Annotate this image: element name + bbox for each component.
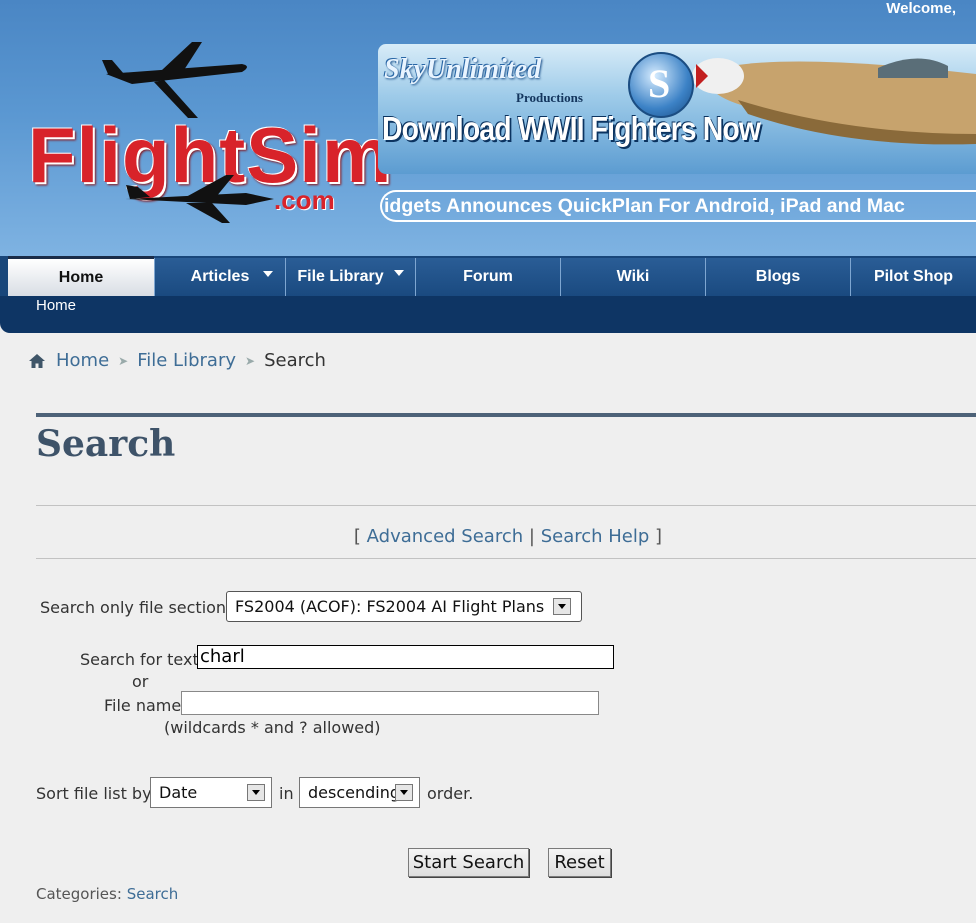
file-section-select[interactable]: FS2004 (ACOF): FS2004 AI Flight Plans [226, 591, 582, 622]
nav-home-label: Home [58, 268, 104, 286]
nav-wiki-label: Wiki [616, 268, 650, 285]
nav-blogs[interactable]: Blogs [705, 258, 850, 296]
nav-articles[interactable]: Articles [154, 258, 285, 296]
breadcrumb-separator-icon: ➤ [245, 353, 256, 368]
divider [36, 505, 976, 506]
nav-home[interactable]: Home [8, 256, 154, 296]
in-label: in [279, 784, 294, 803]
nav-pilot-shop-label: Pilot Shop [873, 268, 954, 285]
main-nav: Home Articles File Library Forum Wiki Bl… [0, 256, 976, 296]
sort-by-select[interactable]: Date [150, 777, 272, 808]
bracket-close: ] [655, 526, 663, 547]
categories: Categories: Search [36, 885, 178, 903]
bracket-open: [ [353, 526, 361, 547]
ad-headline: Download WWII Fighters Now [382, 110, 761, 147]
breadcrumb-home[interactable]: Home [56, 350, 109, 371]
section-label: Search only file section: [40, 598, 232, 617]
file-name-label: File name [104, 696, 182, 715]
search-links: [ Advanced Search | Search Help ] [0, 526, 976, 547]
order-label: order. [427, 784, 474, 803]
nav-file-library-label: File Library [297, 268, 384, 285]
ad-brand: SkyUnlimited [384, 54, 542, 85]
welcome-text: Welcome, [886, 0, 956, 17]
sort-label: Sort file list by [36, 784, 152, 803]
category-search-link[interactable]: Search [127, 885, 179, 903]
page-title: Search [36, 423, 176, 465]
airliner-silhouette-icon [102, 42, 247, 118]
nav-pilot-shop[interactable]: Pilot Shop [850, 258, 976, 296]
news-ticker[interactable]: idgets Announces QuickPlan For Android, … [380, 190, 976, 222]
fighter-jet-silhouette-icon [126, 175, 274, 223]
nav-forum[interactable]: Forum [415, 258, 560, 296]
dropdown-arrow-icon[interactable] [395, 784, 413, 801]
sort-order-select[interactable]: descending [299, 777, 420, 808]
or-label: or [132, 672, 149, 691]
breadcrumb-file-library[interactable]: File Library [137, 350, 236, 371]
link-divider: | [528, 526, 535, 547]
site-logo[interactable]: FlightSim .com [26, 40, 391, 230]
search-text-label: Search for text [80, 650, 199, 669]
search-help-link[interactable]: Search Help [541, 526, 650, 547]
nav-articles-label: Articles [190, 268, 250, 285]
warplane-image [692, 58, 976, 145]
file-section-value: FS2004 (ACOF): FS2004 AI Flight Plans [235, 597, 545, 616]
ad-banner[interactable]: SkyUnlimited S Productions Download WWII… [378, 44, 976, 174]
logo-suffix: .com [274, 185, 335, 215]
nav-blogs-label: Blogs [755, 268, 801, 285]
advanced-search-link[interactable]: Advanced Search [367, 526, 523, 547]
ticker-text[interactable]: idgets Announces QuickPlan For Android, … [384, 195, 905, 218]
sub-nav: Home [0, 296, 976, 333]
nav-forum-label: Forum [463, 268, 513, 285]
dropdown-arrow-icon[interactable] [553, 598, 571, 615]
breadcrumb: Home ➤ File Library ➤ Search [28, 350, 326, 371]
breadcrumb-separator-icon: ➤ [118, 353, 129, 368]
sort-by-value: Date [159, 783, 198, 802]
nav-wiki[interactable]: Wiki [560, 258, 705, 296]
ad-logo-icon: S [628, 52, 694, 118]
sort-order-value: descending [308, 783, 401, 802]
chevron-down-icon [263, 271, 273, 277]
chevron-down-icon [393, 270, 404, 276]
start-search-button[interactable]: Start Search [408, 848, 529, 877]
breadcrumb-current: Search [264, 350, 326, 371]
nav-file-library[interactable]: File Library [285, 258, 415, 296]
file-name-input[interactable] [181, 691, 599, 715]
divider [36, 558, 976, 559]
categories-label: Categories: [36, 885, 122, 903]
subnav-home-link[interactable]: Home [36, 297, 76, 314]
site-header: Welcome, FlightSim .com SkyUnlimited S P… [0, 0, 976, 258]
home-icon[interactable] [28, 353, 46, 369]
wildcards-hint: (wildcards * and ? allowed) [164, 718, 381, 737]
title-rule [36, 413, 976, 417]
dropdown-arrow-icon[interactable] [247, 784, 265, 801]
ad-logo-letter: S [648, 61, 671, 106]
reset-button[interactable]: Reset [548, 848, 611, 877]
ad-productions: Productions [516, 90, 583, 105]
search-text-input[interactable]: charl [197, 645, 614, 669]
